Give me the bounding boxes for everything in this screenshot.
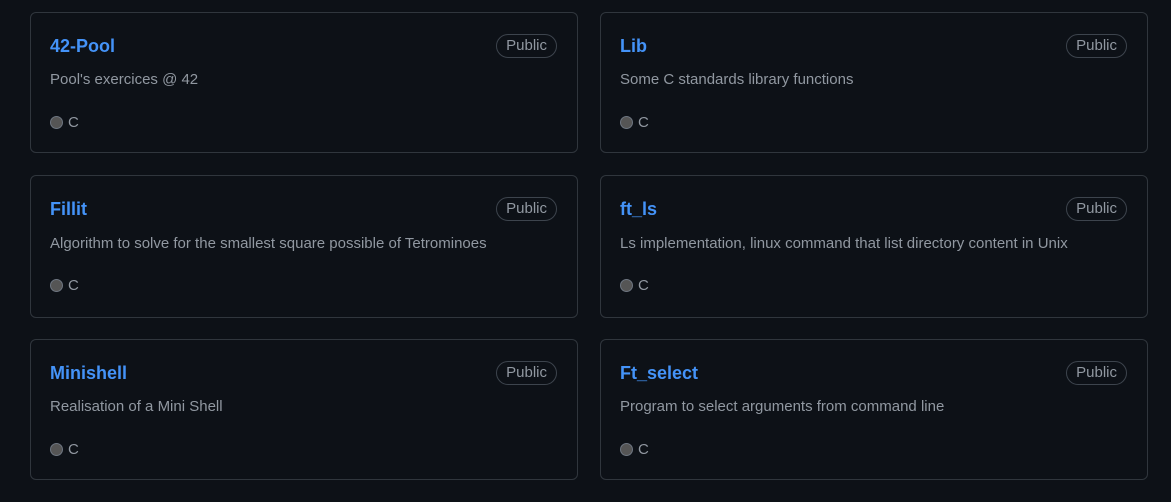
repo-description: Some C standards library functions [620, 71, 854, 88]
language-color-dot-icon [50, 115, 63, 129]
visibility-badge: Public [496, 361, 557, 385]
visibility-badge: Public [1066, 197, 1127, 221]
repo-description: Realisation of a Mini Shell [50, 398, 223, 415]
repo-language: C [50, 114, 79, 132]
visibility-badge: Public [496, 197, 557, 221]
repo-name-link[interactable]: 42-Pool [50, 35, 115, 57]
repo-card: ft_ls Public Ls implementation, linux co… [600, 175, 1148, 318]
repo-language: C [620, 114, 649, 132]
repo-language-label: C [638, 114, 649, 131]
language-color-dot-icon [620, 442, 633, 456]
repo-card: 42-Pool Public Pool's exercices @ 42 C [30, 12, 578, 153]
repo-language-label: C [68, 441, 79, 458]
language-color-dot-icon [620, 278, 633, 292]
repo-name-link[interactable]: Minishell [50, 362, 127, 384]
visibility-badge: Public [1066, 361, 1127, 385]
repo-language-label: C [638, 277, 649, 294]
repo-description: Ls implementation, linux command that li… [620, 235, 1068, 252]
repo-name-link[interactable]: Fillit [50, 198, 87, 220]
repo-language: C [50, 277, 79, 295]
repo-language: C [50, 441, 79, 459]
repo-language: C [620, 277, 649, 295]
repo-language-label: C [68, 114, 79, 131]
repo-language: C [620, 441, 649, 459]
repo-name-link[interactable]: Ft_select [620, 362, 698, 384]
repo-description: Algorithm to solve for the smallest squa… [50, 235, 487, 252]
language-color-dot-icon [50, 278, 63, 292]
repo-card: Ft_select Public Program to select argum… [600, 339, 1148, 480]
pinned-repos-grid: 42-Pool Public Pool's exercices @ 42 C L… [0, 0, 1171, 502]
repo-name-link[interactable]: ft_ls [620, 198, 657, 220]
repo-description: Pool's exercices @ 42 [50, 71, 199, 88]
repo-card: Lib Public Some C standards library func… [600, 12, 1148, 153]
repo-language-label: C [68, 277, 79, 294]
repo-card: Fillit Public Algorithm to solve for the… [30, 175, 578, 318]
repo-card: Minishell Public Realisation of a Mini S… [30, 339, 578, 480]
visibility-badge: Public [496, 34, 557, 58]
language-color-dot-icon [50, 442, 63, 456]
language-color-dot-icon [620, 115, 633, 129]
repo-description: Program to select arguments from command… [620, 398, 945, 415]
repo-language-label: C [638, 441, 649, 458]
visibility-badge: Public [1066, 34, 1127, 58]
repo-name-link[interactable]: Lib [620, 35, 647, 57]
